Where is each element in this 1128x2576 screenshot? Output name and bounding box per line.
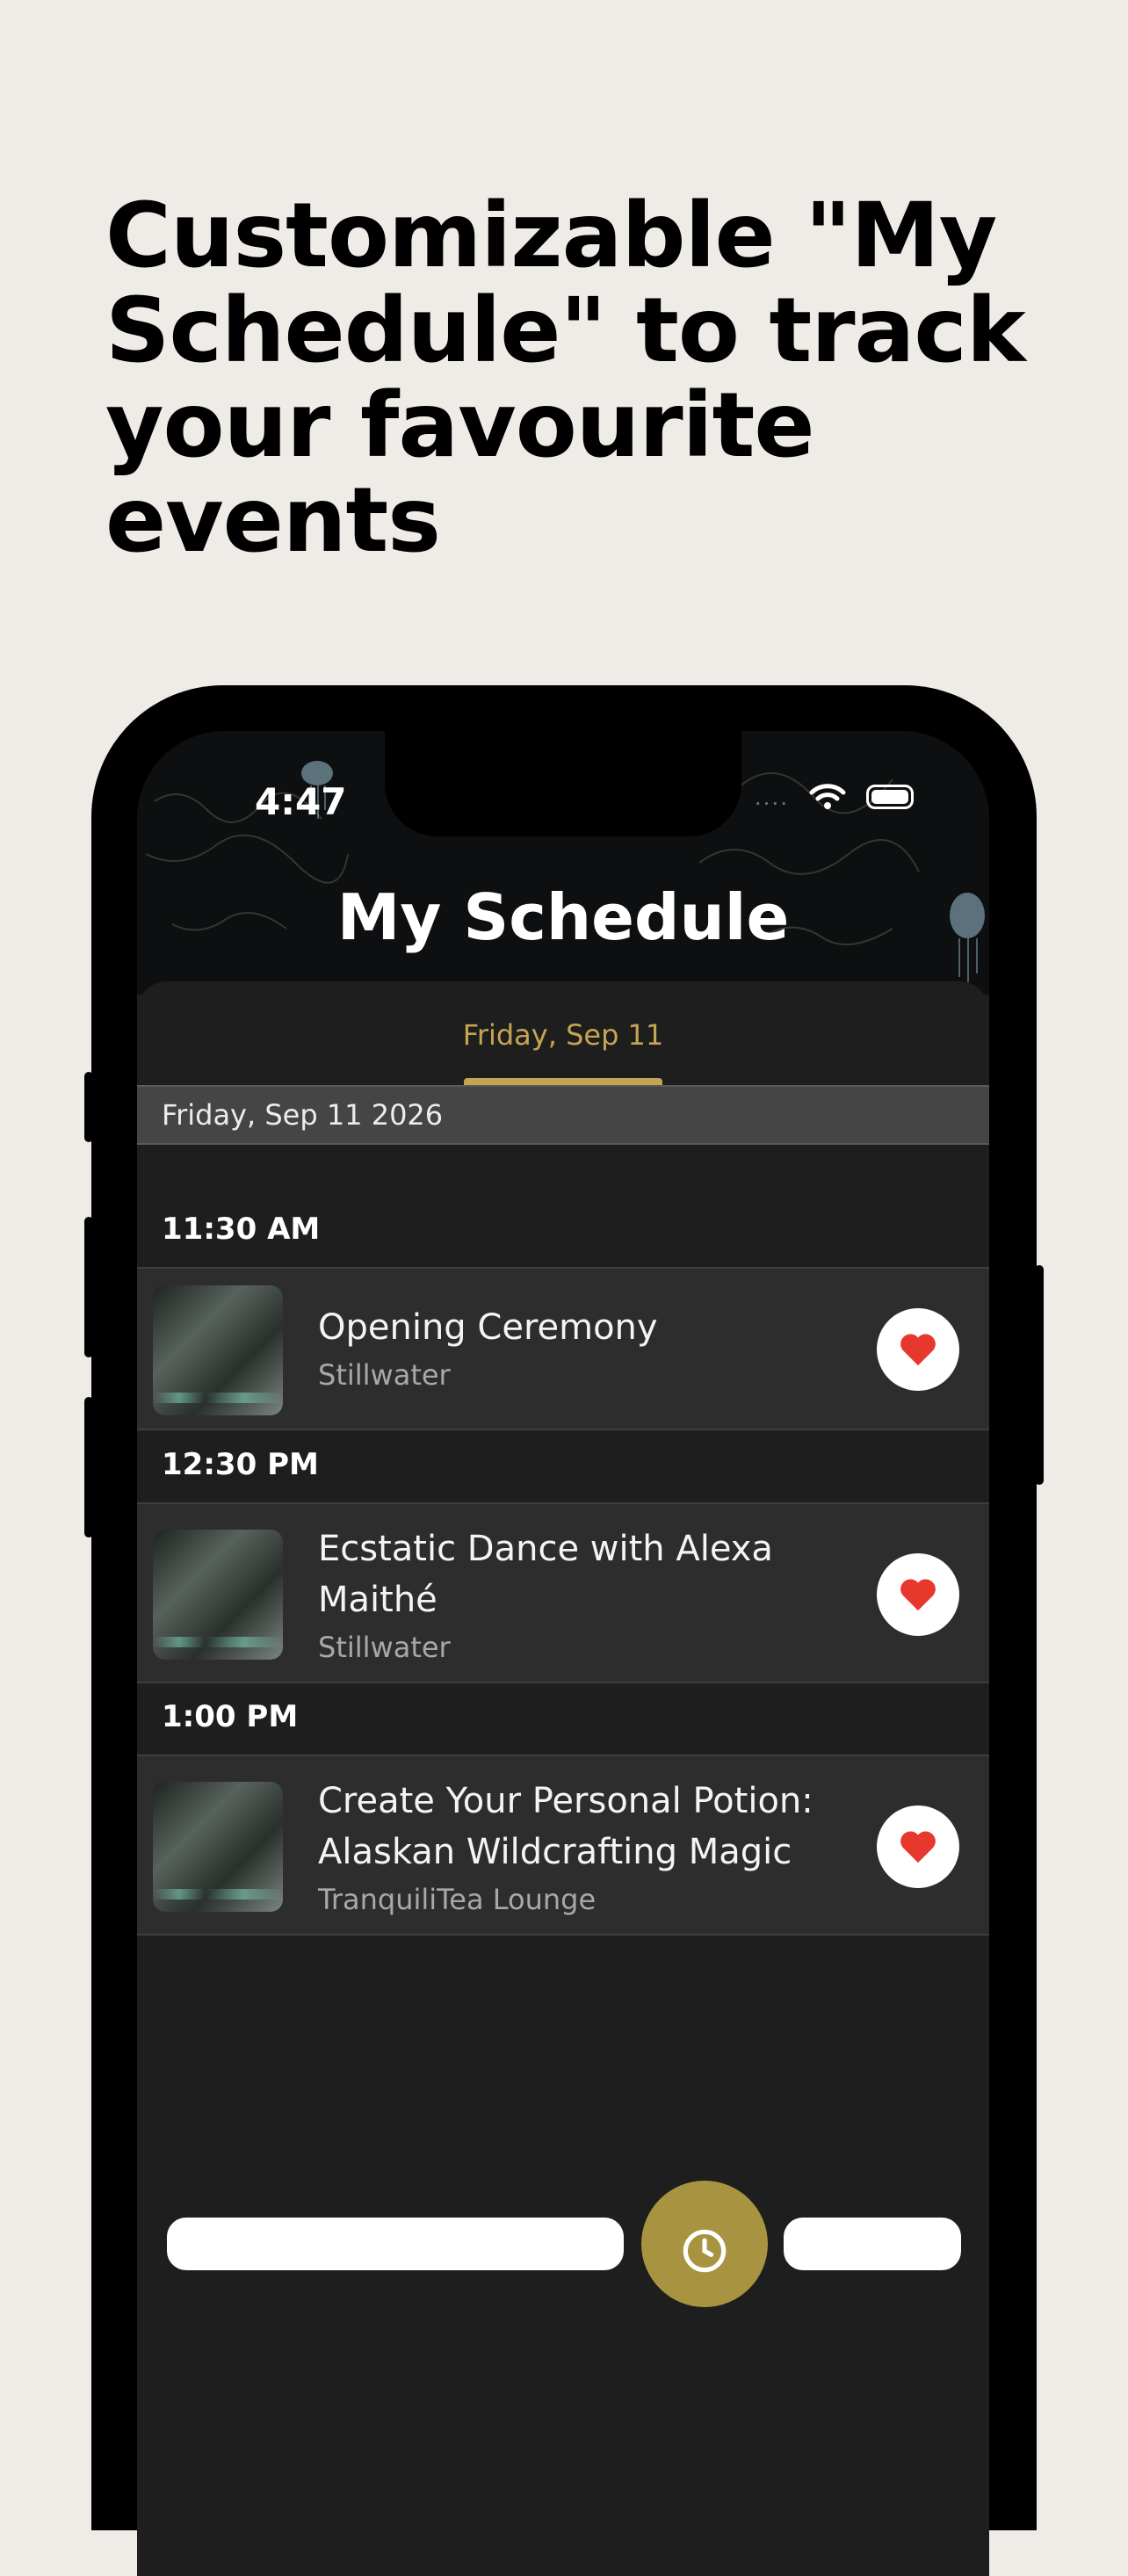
phone-screen: 4:47 .... My Schedule Friday, Sep 11 Fri… — [137, 731, 989, 2576]
date-section-header: Friday, Sep 11 2026 — [137, 1085, 989, 1145]
schedule-fab-button[interactable] — [641, 2181, 768, 2307]
time-header: 1:00 PM — [162, 1699, 299, 1734]
event-thumbnail — [153, 1530, 283, 1660]
time-header: 12:30 PM — [162, 1447, 319, 1482]
volume-up-button — [84, 1217, 93, 1357]
heart-icon — [900, 1579, 936, 1611]
tab-bar-button-right[interactable] — [784, 2218, 961, 2270]
schedule-sheet: Friday, Sep 11 Friday, Sep 11 2026 11:30… — [137, 981, 989, 2576]
header-background: 4:47 .... My Schedule — [137, 731, 989, 995]
event-venue: TranquiliTea Lounge — [318, 1883, 597, 1916]
event-thumbnail — [153, 1285, 283, 1415]
marketing-headline: Customizable "My Schedule" to track your… — [105, 189, 1089, 568]
event-row[interactable]: Create Your Personal Potion: Alaskan Wil… — [137, 1755, 989, 1936]
event-thumbnail — [153, 1782, 283, 1912]
page-title: My Schedule — [336, 880, 790, 954]
event-title: Ecstatic Dance with Alexa Maithé — [318, 1529, 773, 1620]
tab-indicator — [464, 1078, 662, 1085]
tab-bar-button-left[interactable] — [167, 2218, 624, 2270]
status-time: 4:47 — [255, 780, 347, 823]
heart-icon — [900, 1831, 936, 1863]
mute-switch — [84, 1072, 93, 1142]
event-venue: Stillwater — [318, 1631, 451, 1664]
event-title: Create Your Personal Potion: Alaskan Wil… — [318, 1781, 813, 1872]
event-title: Opening Ceremony — [318, 1307, 658, 1348]
event-row[interactable]: Opening Ceremony Stillwater — [137, 1267, 989, 1430]
volume-down-button — [84, 1397, 93, 1538]
cellular-signal-icon: .... — [754, 783, 789, 810]
time-header: 11:30 AM — [162, 1212, 321, 1247]
favourite-button[interactable] — [877, 1553, 959, 1636]
wifi-icon — [809, 784, 846, 809]
headline-line-2: Schedule" to track — [105, 279, 1026, 383]
battery-icon — [866, 785, 914, 809]
favourite-button[interactable] — [877, 1805, 959, 1888]
clock-icon — [683, 2229, 727, 2273]
headline-line-3: your favourite events — [105, 373, 815, 573]
favourite-button[interactable] — [877, 1308, 959, 1391]
power-button — [1035, 1265, 1044, 1485]
heart-icon — [900, 1334, 936, 1366]
status-icons: .... — [755, 782, 914, 812]
notch — [385, 731, 741, 836]
tab-date[interactable]: Friday, Sep 11 — [137, 1018, 989, 1052]
event-venue: Stillwater — [318, 1358, 451, 1392]
headline-line-1: Customizable "My — [105, 184, 997, 288]
event-row[interactable]: Ecstatic Dance with Alexa Maithé Stillwa… — [137, 1502, 989, 1683]
